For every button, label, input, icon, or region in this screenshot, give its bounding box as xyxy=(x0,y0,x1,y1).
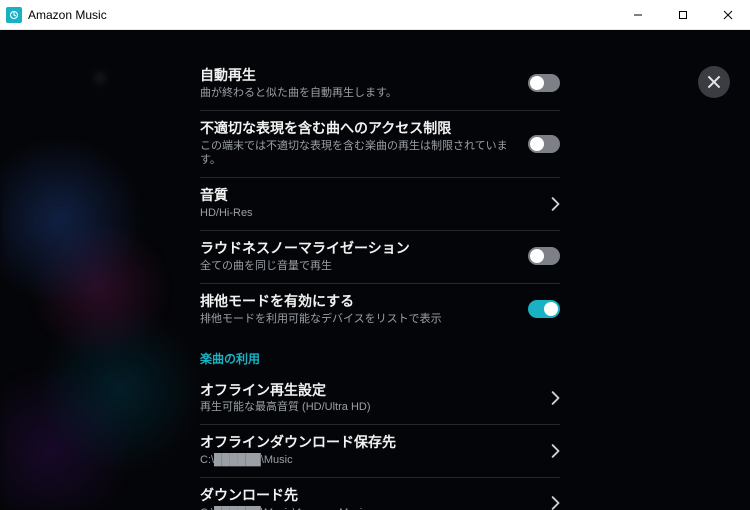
app-icon xyxy=(6,7,22,23)
close-settings-button[interactable] xyxy=(698,66,730,98)
toggle-knob xyxy=(530,76,544,90)
settings-row-title: 自動再生 xyxy=(200,66,516,85)
settings-row-subtitle: 曲が終わると似た曲を自動再生します。 xyxy=(200,86,516,101)
settings-row[interactable]: オフラインダウンロード保存先C:\██████\Music xyxy=(200,425,560,478)
settings-row: 不適切な表現を含む曲へのアクセス制限この端末では不適切な表現を含む楽曲の再生は制… xyxy=(200,111,560,179)
settings-section-playback: 自動再生曲が終わると似た曲を自動再生します。不適切な表現を含む曲へのアクセス制限… xyxy=(200,58,560,336)
settings-row-subtitle: C:\██████\Music xyxy=(200,453,538,468)
settings-row[interactable]: 音質HD/Hi-Res xyxy=(200,178,560,231)
titlebar: Amazon Music xyxy=(0,0,750,30)
settings-row-control xyxy=(528,247,560,265)
settings-row-subtitle: 排他モードを利用可能なデバイスをリストで表示 xyxy=(200,312,516,327)
settings-row[interactable]: オフライン再生設定再生可能な最高音質 (HD/Ultra HD) xyxy=(200,373,560,426)
settings-row-subtitle: この端末では不適切な表現を含む楽曲の再生は制限されています。 xyxy=(200,139,516,169)
settings-row-control xyxy=(550,391,560,405)
toggle-knob xyxy=(530,137,544,151)
settings-row-text: 音質HD/Hi-Res xyxy=(200,186,538,221)
settings-row-control xyxy=(528,300,560,318)
settings-row-title: ダウンロード先 xyxy=(200,486,538,505)
settings-row-text: オフラインダウンロード保存先C:\██████\Music xyxy=(200,433,538,468)
settings-row-text: ダウンロード先C:\██████\Music\Amazon Music xyxy=(200,486,538,510)
settings-row-subtitle: 再生可能な最高音質 (HD/Ultra HD) xyxy=(200,400,538,415)
app-window: Amazon Music 自動再生曲が終わると似た曲を自動再生します。不適切な表… xyxy=(0,0,750,510)
toggle-switch[interactable] xyxy=(528,135,560,153)
settings-row: ラウドネスノーマライゼーション全ての曲を同じ音量で再生 xyxy=(200,231,560,284)
toggle-knob xyxy=(544,302,558,316)
settings-row-text: オフライン再生設定再生可能な最高音質 (HD/Ultra HD) xyxy=(200,381,538,416)
settings-row-title: ラウドネスノーマライゼーション xyxy=(200,239,516,258)
settings-panel: 自動再生曲が終わると似た曲を自動再生します。不適切な表現を含む曲へのアクセス制限… xyxy=(200,58,560,510)
chevron-right-icon xyxy=(550,197,560,211)
toggle-switch[interactable] xyxy=(528,74,560,92)
settings-row-title: オフライン再生設定 xyxy=(200,381,538,400)
settings-row-subtitle: HD/Hi-Res xyxy=(200,206,538,221)
settings-row-title: オフラインダウンロード保存先 xyxy=(200,433,538,452)
content-area: 自動再生曲が終わると似た曲を自動再生します。不適切な表現を含む曲へのアクセス制限… xyxy=(0,30,750,510)
window-title: Amazon Music xyxy=(28,8,107,22)
settings-row-control xyxy=(550,444,560,458)
settings-row-control xyxy=(550,496,560,510)
close-button[interactable] xyxy=(705,0,750,29)
chevron-right-icon xyxy=(550,391,560,405)
titlebar-left: Amazon Music xyxy=(0,7,107,23)
settings-row-text: 不適切な表現を含む曲へのアクセス制限この端末では不適切な表現を含む楽曲の再生は制… xyxy=(200,119,516,169)
settings-row[interactable]: ダウンロード先C:\██████\Music\Amazon Music xyxy=(200,478,560,510)
maximize-button[interactable] xyxy=(660,0,705,29)
close-icon xyxy=(707,75,721,89)
settings-row-text: 自動再生曲が終わると似た曲を自動再生します。 xyxy=(200,66,516,101)
toggle-switch[interactable] xyxy=(528,247,560,265)
settings-row-control xyxy=(528,135,560,153)
settings-section-music-usage: オフライン再生設定再生可能な最高音質 (HD/Ultra HD) オフラインダウン… xyxy=(200,373,560,510)
toggle-knob xyxy=(530,249,544,263)
chevron-right-icon xyxy=(550,444,560,458)
settings-row: 排他モードを有効にする排他モードを利用可能なデバイスをリストで表示 xyxy=(200,284,560,336)
toggle-switch[interactable] xyxy=(528,300,560,318)
settings-row-subtitle: 全ての曲を同じ音量で再生 xyxy=(200,259,516,274)
settings-row-control xyxy=(528,74,560,92)
settings-row-title: 音質 xyxy=(200,186,538,205)
settings-row-subtitle: C:\██████\Music\Amazon Music xyxy=(200,506,538,510)
settings-row-title: 排他モードを有効にする xyxy=(200,292,516,311)
chevron-right-icon xyxy=(550,496,560,510)
section-label-music-usage: 楽曲の利用 xyxy=(200,336,560,373)
settings-row-title: 不適切な表現を含む曲へのアクセス制限 xyxy=(200,119,516,138)
window-controls xyxy=(615,0,750,29)
settings-row-text: ラウドネスノーマライゼーション全ての曲を同じ音量で再生 xyxy=(200,239,516,274)
settings-row: 自動再生曲が終わると似た曲を自動再生します。 xyxy=(200,58,560,111)
settings-row-control xyxy=(550,197,560,211)
settings-row-text: 排他モードを有効にする排他モードを利用可能なデバイスをリストで表示 xyxy=(200,292,516,327)
minimize-button[interactable] xyxy=(615,0,660,29)
